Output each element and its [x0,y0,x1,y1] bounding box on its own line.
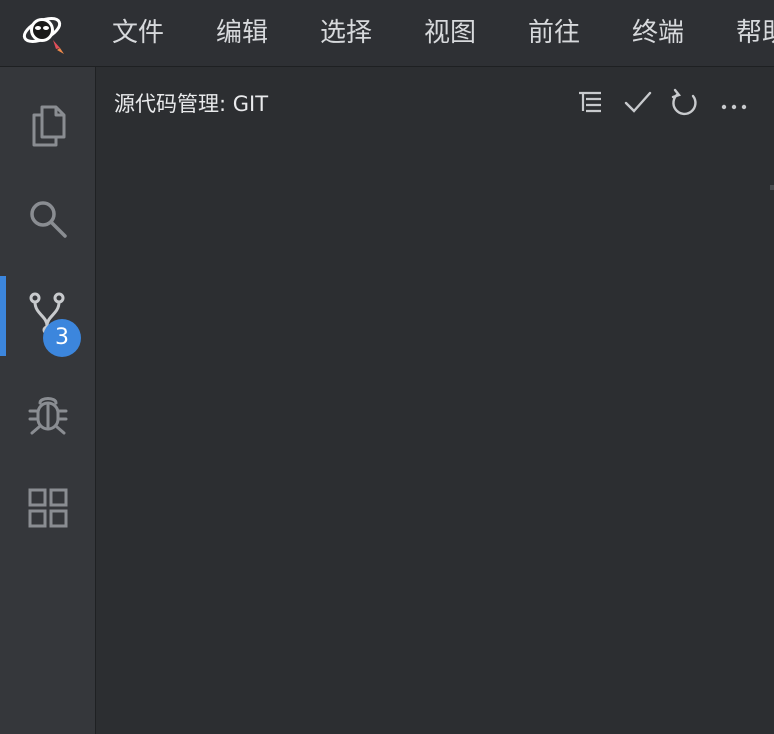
activity-debug[interactable] [0,373,96,457]
menu-go[interactable]: 前往 [528,14,580,52]
refresh-icon [671,88,699,120]
activity-extensions[interactable] [0,468,96,552]
ellipsis-icon [721,95,747,114]
menu-selection[interactable]: 选择 [320,14,372,52]
extensions-icon [27,487,69,533]
activity-bar: 3 [0,67,96,734]
menu-bar: 文件 编辑 选择 视图 前往 终端 帮助 [0,0,774,67]
activity-explorer[interactable] [0,85,96,169]
list-tree-icon [577,90,603,118]
bug-icon [26,391,70,439]
commit-button[interactable] [621,87,655,121]
menu-help[interactable]: 帮助 [736,14,774,52]
scrollbar-edge [770,185,774,190]
source-control-panel: 源代码管理: GIT [97,67,774,734]
source-control-badge: 3 [43,319,81,357]
menu-edit[interactable]: 编辑 [216,14,268,52]
activity-search[interactable] [0,179,96,263]
view-as-tree-button[interactable] [573,87,607,121]
panel-title: 源代码管理: GIT [114,92,269,116]
menu-view[interactable]: 视图 [424,14,476,52]
more-actions-button[interactable] [717,87,751,121]
check-icon [624,90,652,118]
files-icon [28,103,68,151]
menu-file[interactable]: 文件 [112,14,164,52]
menu-terminal[interactable]: 终端 [632,14,684,52]
search-icon [27,198,69,244]
refresh-button[interactable] [668,87,702,121]
app-logo-icon[interactable] [20,10,70,56]
